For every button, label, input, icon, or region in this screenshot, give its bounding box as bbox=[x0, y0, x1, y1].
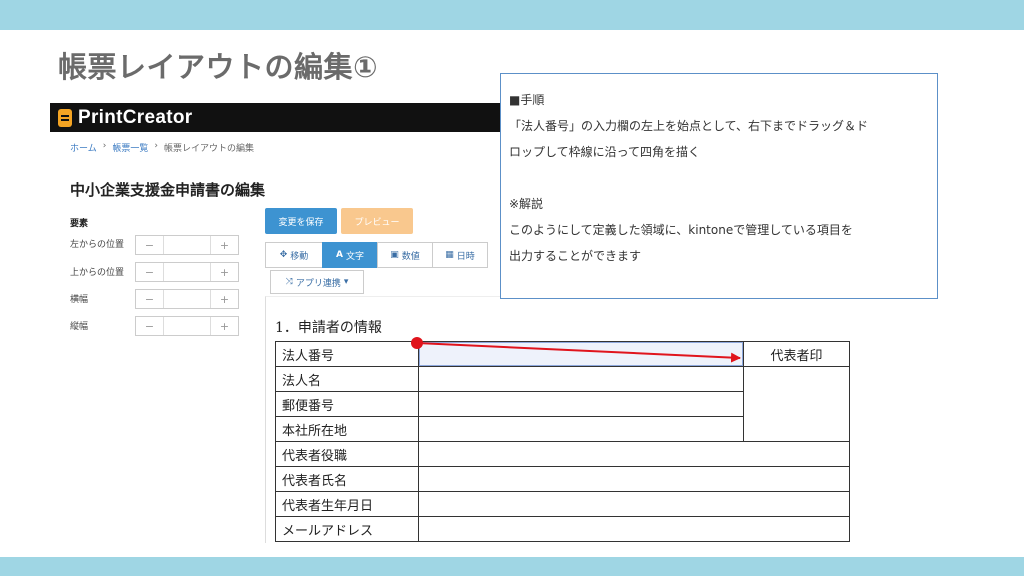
table-row: メールアドレス bbox=[275, 516, 850, 542]
printcreator-logo-icon bbox=[58, 109, 72, 127]
increment-button[interactable]: + bbox=[210, 290, 238, 308]
bottom-band bbox=[0, 557, 1024, 576]
decrement-button[interactable]: − bbox=[136, 263, 164, 281]
decrement-button[interactable]: − bbox=[136, 317, 164, 335]
top-position-input[interactable] bbox=[164, 263, 210, 281]
left-position-stepper: − + bbox=[135, 235, 239, 255]
table-row: 代表者氏名 bbox=[275, 466, 850, 492]
number-icon: ▣ bbox=[390, 250, 399, 260]
row-label: 代表者生年月日 bbox=[275, 491, 419, 517]
callout-note-heading: ※解説 bbox=[509, 197, 544, 211]
top-band bbox=[0, 0, 1024, 30]
tool-datetime[interactable]: ▦ 日時 bbox=[432, 242, 488, 268]
callout-note-line: 出力することができます bbox=[509, 249, 642, 263]
representative-birthdate-field[interactable] bbox=[417, 491, 850, 517]
row-label: 法人番号 bbox=[275, 341, 419, 367]
top-position-stepper: − + bbox=[135, 262, 239, 282]
table-row: 法人名 bbox=[275, 366, 850, 442]
field-label-height: 縦幅 bbox=[70, 322, 89, 332]
height-stepper: − + bbox=[135, 316, 239, 336]
decrement-button[interactable]: − bbox=[136, 236, 164, 254]
section-heading: 1．申請者の情報 bbox=[275, 320, 382, 336]
callout-spacer bbox=[509, 165, 929, 191]
increment-button[interactable]: + bbox=[210, 263, 238, 281]
slide-title: 帳票レイアウトの編集① bbox=[58, 50, 379, 84]
preview-button[interactable]: プレビュー bbox=[341, 208, 413, 234]
width-input[interactable] bbox=[164, 290, 210, 308]
callout-step-line: ロップして枠線に沿って四角を描く bbox=[509, 145, 701, 159]
chevron-down-icon: ▾ bbox=[343, 277, 349, 287]
move-icon: ✥ bbox=[279, 250, 288, 260]
head-office-field[interactable] bbox=[417, 416, 745, 442]
corporate-number-field[interactable] bbox=[417, 341, 745, 367]
left-position-input[interactable] bbox=[164, 236, 210, 254]
seal-label: 代表者印 bbox=[743, 341, 850, 367]
table-row: 代表者生年月日 bbox=[275, 491, 850, 517]
row-label: 郵便番号 bbox=[275, 391, 419, 417]
app-logo-text: PrintCreator bbox=[78, 107, 193, 128]
tool-label: 日時 bbox=[456, 251, 475, 262]
field-label-left-position: 左からの位置 bbox=[70, 240, 125, 250]
width-stepper: − + bbox=[135, 289, 239, 309]
tool-number[interactable]: ▣ 数値 bbox=[377, 242, 433, 268]
breadcrumb: ホーム › 帳票一覧 › 帳票レイアウトの編集 bbox=[70, 141, 254, 154]
tool-label: 数値 bbox=[401, 251, 420, 262]
row-label: 代表者氏名 bbox=[275, 466, 419, 492]
height-input[interactable] bbox=[164, 317, 210, 335]
field-label-width: 横幅 bbox=[70, 295, 89, 305]
corporate-name-field[interactable] bbox=[417, 366, 745, 392]
tool-text[interactable]: A 文字 bbox=[322, 242, 378, 268]
field-label-top-position: 上からの位置 bbox=[70, 268, 125, 278]
text-icon: A bbox=[336, 250, 343, 260]
app-logo[interactable]: PrintCreator bbox=[58, 107, 192, 129]
increment-button[interactable]: + bbox=[210, 317, 238, 335]
row-label: 本社所在地 bbox=[275, 416, 419, 442]
form-title: 中小企業支援金申請書の編集 bbox=[70, 181, 266, 199]
callout-step-line: 「法人番号」の入力欄の左上を始点として、右下までドラッグ＆ド bbox=[509, 119, 869, 133]
representative-name-field[interactable] bbox=[417, 466, 850, 492]
breadcrumb-current: 帳票レイアウトの編集 bbox=[163, 144, 254, 154]
sidebar-heading: 要素 bbox=[70, 219, 89, 229]
breadcrumb-separator: › bbox=[154, 141, 158, 151]
row-label: 法人名 bbox=[275, 366, 419, 392]
seal-field[interactable] bbox=[743, 366, 850, 442]
postal-code-field[interactable] bbox=[417, 391, 745, 417]
tool-move[interactable]: ✥ 移動 bbox=[265, 242, 323, 268]
tool-label: 移動 bbox=[290, 251, 309, 262]
app-link-dropdown[interactable]: ⤨ アプリ連携 ▾ bbox=[270, 270, 364, 294]
app-link-label: アプリ連携 bbox=[295, 278, 341, 289]
row-label: 代表者役職 bbox=[275, 441, 419, 467]
element-toolbar: ✥ 移動 A 文字 ▣ 数値 ▦ 日時 bbox=[265, 242, 488, 268]
decrement-button[interactable]: − bbox=[136, 290, 164, 308]
table-row: 法人番号 代表者印 bbox=[275, 341, 850, 367]
increment-button[interactable]: + bbox=[210, 236, 238, 254]
callout-heading: ■手順 bbox=[509, 93, 545, 107]
email-field[interactable] bbox=[417, 516, 850, 542]
save-changes-button[interactable]: 変更を保存 bbox=[265, 208, 337, 234]
instruction-callout: ■手順 「法人番号」の入力欄の左上を始点として、右下までドラッグ＆ド ロップして… bbox=[500, 73, 938, 299]
breadcrumb-separator: › bbox=[102, 141, 107, 151]
row-label: メールアドレス bbox=[275, 516, 419, 542]
table-row: 代表者役職 bbox=[275, 441, 850, 467]
breadcrumb-home[interactable]: ホーム bbox=[70, 141, 97, 154]
applicant-info-table: 法人番号 代表者印 法人名 郵便番号 本社所在地 代表者役職 代表者氏名 代表者… bbox=[275, 341, 850, 542]
calendar-icon: ▦ bbox=[445, 250, 454, 260]
representative-title-field[interactable] bbox=[417, 441, 850, 467]
link-icon: ⤨ bbox=[285, 277, 293, 287]
breadcrumb-form-list[interactable]: 帳票一覧 bbox=[112, 141, 148, 154]
callout-note-line: このようにして定義した領域に、kintoneで管理している項目を bbox=[509, 223, 853, 237]
tool-label: 文字 bbox=[345, 251, 364, 262]
